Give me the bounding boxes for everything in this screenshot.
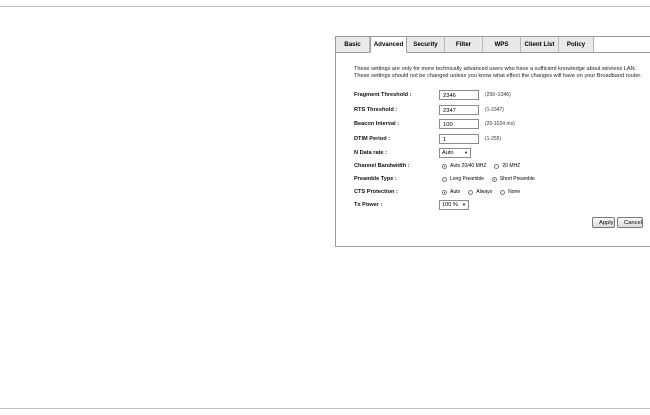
long-preamble-radio[interactable]: Long Preamble xyxy=(442,176,484,182)
cts-none-label: None xyxy=(508,189,521,195)
n-data-rate-value: Auto xyxy=(442,150,454,156)
top-rule xyxy=(0,6,650,7)
short-preamble-radio[interactable]: Short Preamble xyxy=(491,176,535,182)
bandwidth-20mhz-radio[interactable]: 20 MHZ xyxy=(494,163,520,169)
channel-bandwidth-label: Channel Bandwidth : xyxy=(354,163,410,169)
n-data-rate-label: N Data rate : xyxy=(354,150,387,156)
bandwidth-auto-radio[interactable]: Auto 20/40 MHZ xyxy=(442,163,486,169)
tx-power-label: Tx Power : xyxy=(354,202,383,208)
tx-power-field: 100 % ▼ xyxy=(439,200,469,210)
chevron-down-icon: ▼ xyxy=(462,202,466,207)
radio-selected-icon xyxy=(442,163,447,169)
rts-threshold-hint: (1-2347) xyxy=(485,107,504,113)
tab-basic[interactable]: Basic xyxy=(336,37,370,53)
tab-filter[interactable]: Filter xyxy=(445,37,483,53)
chevron-down-icon: ▼ xyxy=(464,150,468,155)
cts-auto-label: Auto xyxy=(450,189,461,195)
fragment-threshold-hint: (256~2346) xyxy=(485,92,511,98)
beacon-interval-hint: (20-1024 ms) xyxy=(485,121,515,127)
tab-underline xyxy=(586,52,650,53)
long-preamble-label: Long Preamble xyxy=(450,176,484,182)
dtim-period-label: DTIM Period : xyxy=(354,136,391,142)
apply-button[interactable]: Apply xyxy=(592,217,615,228)
tab-advanced[interactable]: Advanced xyxy=(370,36,407,53)
tx-power-value: 100 % xyxy=(442,202,458,208)
dtim-period-field: 1 (1-255) xyxy=(439,134,501,144)
cts-auto-radio[interactable]: Auto xyxy=(442,189,460,195)
tab-client-list[interactable]: Client List xyxy=(521,37,559,53)
cancel-button[interactable]: Cancel xyxy=(617,217,643,228)
radio-selected-icon xyxy=(491,176,497,182)
tab-security[interactable]: Security xyxy=(407,37,445,53)
bandwidth-auto-label: Auto 20/40 MHZ xyxy=(450,163,487,169)
beacon-interval-field: 100 (20-1024 ms) xyxy=(439,119,515,129)
beacon-interval-input[interactable]: 100 xyxy=(439,119,479,129)
fragment-threshold-input[interactable]: 2346 xyxy=(439,90,479,100)
tx-power-select[interactable]: 100 % ▼ xyxy=(439,200,469,210)
cts-protection-field: Auto Always None xyxy=(442,189,528,195)
n-data-rate-field: Auto ▼ xyxy=(439,148,471,158)
dtim-period-input[interactable]: 1 xyxy=(439,134,479,144)
channel-bandwidth-field: Auto 20/40 MHZ 20 MHZ xyxy=(442,163,528,169)
radio-unselected-icon xyxy=(468,189,474,195)
cts-always-radio[interactable]: Always xyxy=(468,189,492,195)
dtim-period-hint: (1-255) xyxy=(485,136,502,142)
tab-wps[interactable]: WPS xyxy=(483,37,521,53)
rts-threshold-input[interactable]: 2347 xyxy=(439,105,479,115)
wireless-settings-panel: Basic Advanced Security Filter WPS Clien… xyxy=(335,36,650,247)
bottom-rule xyxy=(0,408,650,409)
cts-always-label: Always xyxy=(476,189,493,195)
preamble-type-field: Long Preamble Short Preamble xyxy=(442,176,543,182)
cts-none-radio[interactable]: None xyxy=(500,189,520,195)
radio-unselected-icon xyxy=(494,163,500,169)
n-data-rate-select[interactable]: Auto ▼ xyxy=(439,148,471,158)
cts-protection-label: CTS Protection : xyxy=(354,189,398,195)
bandwidth-20mhz-label: 20 MHZ xyxy=(502,163,521,169)
radio-unselected-icon xyxy=(500,189,506,195)
beacon-interval-label: Beacon Interval : xyxy=(354,121,400,127)
rts-threshold-label: RTS Threshold : xyxy=(354,107,398,113)
advanced-description: These settings are only for more technic… xyxy=(354,66,642,79)
radio-selected-icon xyxy=(442,189,447,195)
tab-bar: Basic Advanced Security Filter WPS Clien… xyxy=(336,36,594,53)
fragment-threshold-field: 2346 (256~2346) xyxy=(439,90,511,100)
rts-threshold-field: 2347 (1-2347) xyxy=(439,105,504,115)
short-preamble-label: Short Preamble xyxy=(499,176,535,182)
tab-policy[interactable]: Policy xyxy=(559,37,594,53)
fragment-threshold-label: Fragment Threshold : xyxy=(354,92,412,98)
preamble-type-label: Preamble Type : xyxy=(354,176,397,182)
radio-unselected-icon xyxy=(442,176,447,182)
